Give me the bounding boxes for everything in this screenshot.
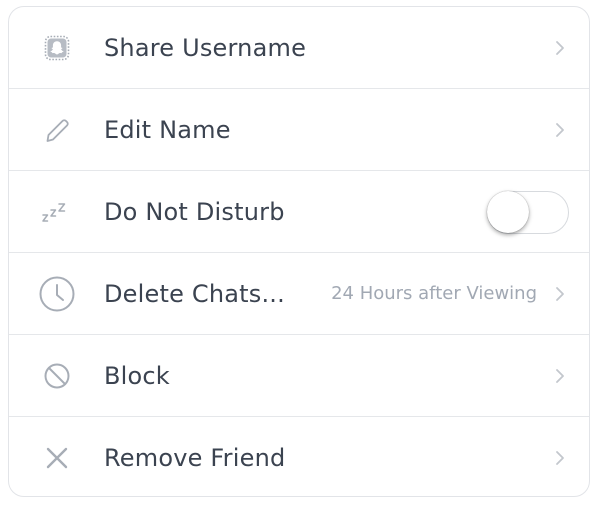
chevron-right-icon	[553, 39, 567, 57]
clock-icon	[37, 274, 77, 314]
delete-chats-value: 24 Hours after Viewing	[331, 283, 537, 304]
friend-options-menu: Share Username Edit Name Do Not Disturb	[8, 6, 590, 497]
remove-friend-row[interactable]: Remove Friend	[9, 417, 589, 496]
block-label: Block	[104, 362, 170, 390]
remove-friend-label: Remove Friend	[104, 444, 286, 472]
block-row[interactable]: Block	[9, 335, 589, 417]
sleep-zzz-icon	[37, 192, 77, 232]
chevron-right-icon	[553, 367, 567, 385]
do-not-disturb-row: Do Not Disturb	[9, 171, 589, 253]
chevron-right-icon	[553, 121, 567, 139]
delete-chats-label: Delete Chats...	[104, 280, 285, 308]
do-not-disturb-toggle[interactable]	[487, 191, 569, 234]
share-username-label: Share Username	[104, 34, 307, 62]
block-icon	[37, 356, 77, 396]
share-username-row[interactable]: Share Username	[9, 7, 589, 89]
pencil-icon	[37, 110, 77, 150]
chevron-right-icon	[553, 285, 567, 303]
do-not-disturb-label: Do Not Disturb	[104, 198, 285, 226]
delete-chats-row[interactable]: Delete Chats... 24 Hours after Viewing	[9, 253, 589, 335]
edit-name-row[interactable]: Edit Name	[9, 89, 589, 171]
x-icon	[37, 438, 77, 478]
toggle-knob	[487, 191, 529, 233]
chevron-right-icon	[553, 449, 567, 467]
edit-name-label: Edit Name	[104, 116, 231, 144]
snapcode-icon	[37, 28, 77, 68]
